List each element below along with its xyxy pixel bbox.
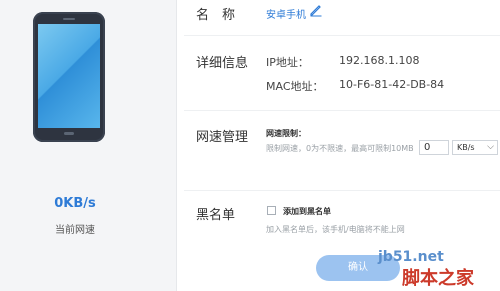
blacklist-checkbox-label: 添加到黑名单 — [283, 207, 331, 216]
speed-unit-select[interactable]: KB/s ⌵ — [452, 140, 498, 155]
divider — [184, 190, 500, 191]
speed-limit-title: 网速限制： — [266, 129, 306, 138]
speed-management-label: 网速管理 — [196, 130, 249, 145]
speed-limit-input[interactable] — [419, 140, 449, 155]
blacklist-checkbox[interactable] — [267, 206, 276, 215]
details-label: 详细信息 — [196, 56, 249, 71]
phone-speaker — [63, 18, 75, 20]
speed-limit-hint: 限制网速，0为不限速，最高可限制10MB — [266, 144, 414, 153]
watermark-site-name: 脚本之家 — [402, 268, 474, 289]
mac-key: MAC地址： — [266, 80, 324, 93]
divider — [184, 110, 500, 111]
name-label: 名 称 — [196, 8, 236, 23]
phone-screen — [38, 24, 100, 128]
blacklist-label: 黑名单 — [196, 208, 236, 223]
device-name-value: 安卓手机 — [266, 10, 306, 21]
blacklist-hint: 加入黑名单后，该手机/电脑将不能上网 — [266, 225, 405, 234]
current-speed-value: 0KB/s — [54, 196, 96, 211]
chevron-down-icon: ⌵ — [487, 142, 494, 152]
edit-icon[interactable] — [309, 3, 323, 17]
device-panel: 0KB/s 当前网速 — [0, 0, 177, 291]
mac-value: 10-F6-81-42-DB-84 — [339, 78, 445, 91]
phone-home-indicator — [64, 132, 74, 135]
current-speed-label: 当前网速 — [55, 225, 95, 236]
ip-value: 192.168.1.108 — [339, 54, 420, 67]
ip-key: IP地址： — [266, 56, 309, 69]
watermark-domain: jb51.net — [378, 249, 444, 265]
phone-icon — [33, 12, 105, 142]
speed-unit-value: KB/s — [457, 143, 475, 152]
divider — [184, 35, 500, 36]
